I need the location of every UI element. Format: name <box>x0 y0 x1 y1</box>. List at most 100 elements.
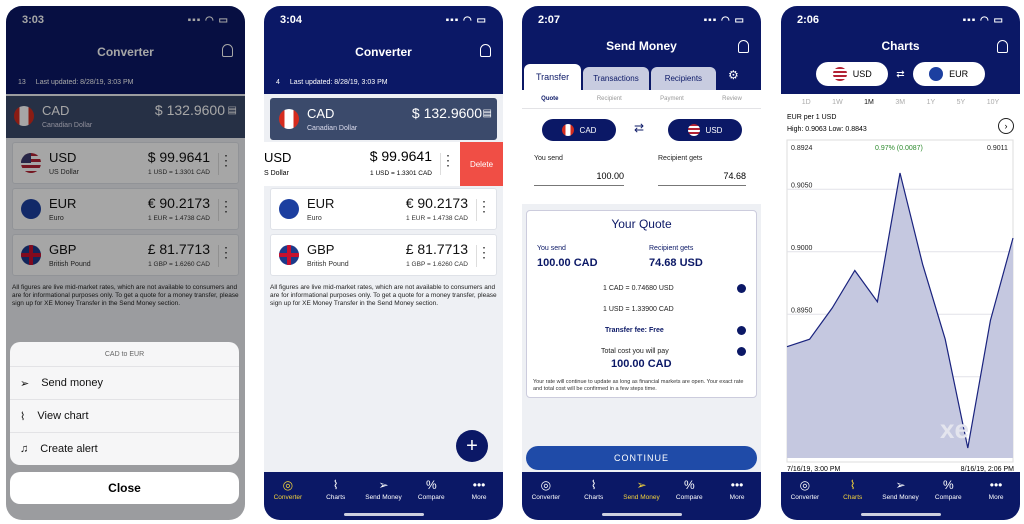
more-options-icon[interactable]: ⋮ <box>476 199 491 221</box>
info-icon[interactable] <box>737 284 746 293</box>
bell-icon[interactable] <box>997 40 1008 53</box>
settings-icon[interactable]: ⚙ <box>728 68 739 82</box>
you-send-input[interactable]: 100.00 <box>534 171 624 186</box>
total-value: 100.00 CAD <box>611 358 672 370</box>
tab-recipients[interactable]: Recipients <box>650 67 717 90</box>
q-send-label: You send <box>537 245 566 252</box>
transfer-fee: Transfer fee: Free <box>605 327 664 334</box>
action-label: Send money <box>41 377 103 389</box>
tab-transactions[interactable]: Transactions <box>583 67 649 90</box>
tab-label: Converter <box>273 494 303 501</box>
to-currency-button[interactable]: USD <box>668 119 742 141</box>
tab-label: Send Money <box>623 494 660 501</box>
action-label: Create alert <box>40 443 98 455</box>
uk-flag-icon <box>279 245 299 265</box>
base-name: Canadian Dollar <box>307 125 358 132</box>
to-code: EUR <box>949 69 969 79</box>
swap-icon[interactable]: ⇄ <box>896 69 904 80</box>
tab-more[interactable]: ••• More <box>974 478 1018 520</box>
range-1w[interactable]: 1W <box>832 99 843 106</box>
more-options-icon[interactable]: ⋮ <box>440 153 455 175</box>
bell-icon[interactable] <box>738 40 749 53</box>
range-1y[interactable]: 1Y <box>927 99 936 106</box>
info-icon[interactable] <box>737 326 746 335</box>
row-rate: 1 USD = 1.3301 CAD <box>370 170 432 177</box>
swiped-row-usd[interactable]: USD S Dollar $ 99.9641 1 USD = 1.3301 CA… <box>264 142 460 186</box>
us-flag-icon <box>687 124 700 136</box>
send-icon: ➢ <box>895 478 906 492</box>
delete-button[interactable]: Delete <box>460 142 503 186</box>
tab-converter[interactable]: ◎ Converter <box>783 478 827 520</box>
view-chart-action[interactable]: ⌇ View chart <box>10 399 239 432</box>
tab-transfer[interactable]: Transfer <box>524 64 582 90</box>
y-tick-label: 0.8950 <box>791 307 813 314</box>
rate-area <box>787 173 1013 458</box>
more-options-icon[interactable]: ⋮ <box>476 245 491 267</box>
range-1d[interactable]: 1D <box>802 99 811 106</box>
y-tick-label: 0.9000 <box>791 245 813 252</box>
home-indicator <box>344 513 424 516</box>
from-currency-button[interactable]: CAD <box>542 119 616 141</box>
range-1m[interactable]: 1M <box>864 99 874 106</box>
bell-icon[interactable] <box>480 44 491 57</box>
chart-icon: ⌇ <box>20 410 26 423</box>
from-code: USD <box>852 69 872 79</box>
amount-panel: CAD ⇄ USD You send Recipient gets 100.00… <box>522 108 761 204</box>
range-10y[interactable]: 10Y <box>987 99 999 106</box>
currency-row-eur[interactable]: EUR Euro € 90.2173 1 EUR = 1.4738 CAD ⋮ <box>270 188 497 230</box>
tab-label: More <box>988 494 1004 501</box>
base-amount[interactable]: $ 132.9600 <box>412 105 482 121</box>
row-code: USD <box>264 150 292 165</box>
tab-more[interactable]: ••• More <box>457 478 501 520</box>
high-low: High: 0.9063 Low: 0.8843 <box>787 126 867 133</box>
signal-wifi-battery-icon: ▪▪▪ ◠ ▭ <box>703 14 745 26</box>
from-currency-button[interactable]: USD <box>816 62 889 86</box>
recipient-gets-input[interactable]: 74.68 <box>658 171 746 186</box>
continue-button[interactable]: CONTINUE <box>526 446 757 470</box>
row-code: EUR <box>307 196 335 211</box>
more-icon: ••• <box>472 478 486 492</box>
change-value: 0.97% (0.0087) <box>875 145 923 152</box>
us-flag-icon <box>832 67 847 81</box>
expand-chart-icon[interactable]: › <box>998 118 1014 134</box>
row-name: British Pound <box>307 261 349 268</box>
info-icon[interactable] <box>737 347 746 356</box>
coins-icon: ◎ <box>540 478 552 492</box>
tab-converter[interactable]: ◎ Converter <box>524 478 568 520</box>
to-currency-button[interactable]: EUR <box>912 62 985 86</box>
range-3m[interactable]: 3M <box>895 99 905 106</box>
add-currency-button[interactable]: + <box>456 430 488 462</box>
title-text: Converter <box>355 45 412 59</box>
close-button[interactable]: Close <box>10 472 239 504</box>
action-label: View chart <box>37 410 89 422</box>
right-value: 0.9011 <box>987 145 1008 152</box>
currency-row-gbp[interactable]: GBP British Pound £ 81.7713 1 GBP = 1.62… <box>270 234 497 276</box>
page-title: Charts <box>781 34 1020 58</box>
refresh-count[interactable]: 4 <box>276 79 280 86</box>
range-5y[interactable]: 5Y <box>957 99 966 106</box>
calculator-icon[interactable]: ▤ <box>483 108 492 119</box>
row-amount: £ 81.7713 <box>405 241 468 257</box>
eu-flag-icon <box>929 67 944 81</box>
swap-icon[interactable]: ⇄ <box>634 121 644 135</box>
signal-wifi-battery-icon: ▪▪▪ ◠ ▭ <box>445 14 487 26</box>
send-money-action[interactable]: ➢ Send money <box>10 366 239 399</box>
base-currency-row[interactable]: CAD Canadian Dollar $ 132.9600 ▤ <box>270 98 497 140</box>
tab-more[interactable]: ••• More <box>715 478 759 520</box>
tab-label: Send Money <box>882 494 919 501</box>
q-get-value: 74.68 USD <box>649 257 703 269</box>
tab-converter[interactable]: ◎ Converter <box>266 478 310 520</box>
row-rate: 1 GBP = 1.6260 CAD <box>406 261 468 268</box>
canada-flag-icon <box>279 109 299 129</box>
top-bar: 3:04 ▪▪▪ ◠ ▭ Converter 4 Last updated: 8… <box>264 6 503 94</box>
signal-wifi-battery-icon: ▪▪▪ ◠ ▭ <box>962 14 1004 26</box>
eu-flag-icon <box>279 199 299 219</box>
phone-converter-sheet: 3:03 ▪▪▪ ◠ ▭ Converter 13 Last updated: … <box>6 6 245 520</box>
title-text: Send Money <box>606 39 677 53</box>
sheet-title: CAD to EUR <box>104 350 145 358</box>
rate-chart[interactable]: 0.90500.90000.89500.89000.8850 0.8924 0.… <box>785 138 1016 464</box>
you-send-label: You send <box>534 155 563 162</box>
percent-icon: % <box>425 478 437 492</box>
top-bar: 2:06 ▪▪▪ ◠ ▭ Charts USD ⇄ EUR <box>781 6 1020 94</box>
create-alert-action[interactable]: ♫ Create alert <box>10 432 239 465</box>
